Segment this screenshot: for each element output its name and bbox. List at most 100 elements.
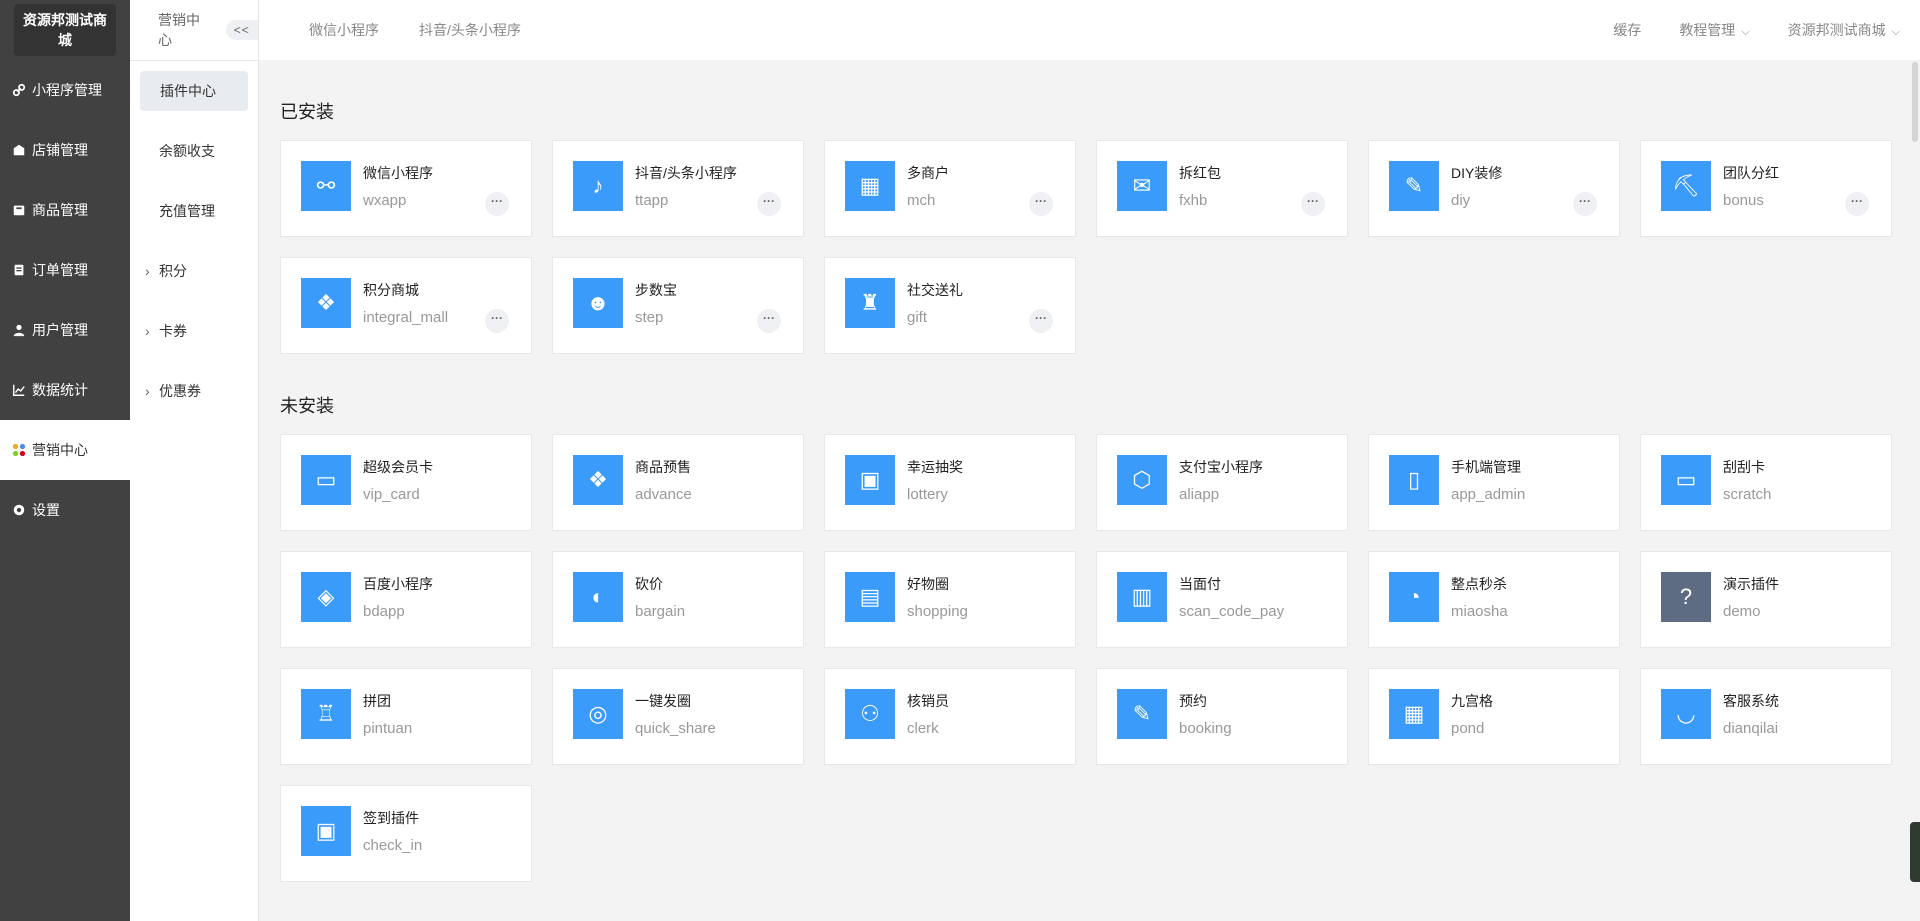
plugin-name: 拼团 bbox=[363, 693, 391, 709]
plugin-card[interactable]: ◎ 一键发圈 quick_share bbox=[552, 668, 804, 765]
more-options-button[interactable]: ··· bbox=[757, 309, 781, 333]
secondary-nav-item-2[interactable]: 充值管理 bbox=[130, 181, 258, 241]
flash-sale-icon: ◔ bbox=[1389, 572, 1439, 622]
secondary-nav: 营销中心 << 插件中心 余额收支 充值管理 › 积分 › 卡券 › 优惠券 bbox=[130, 0, 259, 921]
plugin-card[interactable]: ▯ 手机端管理 app_admin bbox=[1368, 434, 1620, 531]
plugin-card[interactable]: ▣ 幸运抽奖 lottery bbox=[824, 434, 1076, 531]
sidebar-item-6[interactable]: 营销中心 bbox=[0, 420, 130, 480]
plugin-name: 社交送礼 bbox=[907, 282, 963, 298]
collapse-button[interactable]: << bbox=[225, 20, 258, 40]
plugin-card[interactable]: ▤ 好物圈 shopping bbox=[824, 551, 1076, 648]
sidebar-item-label: 商品管理 bbox=[32, 202, 88, 218]
tab-douyin-miniprogram[interactable]: 抖音/头条小程序 bbox=[419, 20, 521, 40]
sidebar-item-3[interactable]: 订单管理 bbox=[0, 240, 130, 300]
plugin-name: 砍价 bbox=[635, 576, 663, 592]
sidebar-item-5[interactable]: 数据统计 bbox=[0, 360, 130, 420]
plugin-key: pond bbox=[1451, 720, 1485, 737]
link-icon bbox=[12, 83, 26, 97]
plugin-key: shopping bbox=[907, 603, 968, 620]
uninstalled-section-title: 未安装 bbox=[280, 396, 334, 416]
sidebar-menu: 小程序管理店铺管理商品管理订单管理 用户管理 数据统计 营销中心 设置 bbox=[0, 60, 130, 540]
plugin-key: lottery bbox=[907, 486, 948, 503]
cache-link[interactable]: 缓存 bbox=[1613, 20, 1641, 40]
secondary-nav-item-label: 卡券 bbox=[159, 323, 187, 339]
sidebar-item-2[interactable]: 商品管理 bbox=[0, 180, 130, 240]
plugin-card[interactable]: ☻ 步数宝 step ··· bbox=[552, 257, 804, 354]
secondary-nav-item-4[interactable]: › 卡券 bbox=[130, 301, 258, 361]
secondary-nav-item-1[interactable]: 余额收支 bbox=[130, 121, 258, 181]
store-dropdown[interactable]: 资源邦测试商城 bbox=[1788, 20, 1900, 40]
plugin-card[interactable]: ▭ 刮刮卡 scratch bbox=[1640, 434, 1892, 531]
plugin-name: 签到插件 bbox=[363, 810, 419, 826]
side-widget[interactable] bbox=[1910, 822, 1920, 882]
secondary-nav-item-0[interactable]: 插件中心 bbox=[130, 61, 258, 121]
plugin-card[interactable]: ▥ 当面付 scan_code_pay bbox=[1096, 551, 1348, 648]
plugin-card[interactable]: ❖ 积分商城 integral_mall ··· bbox=[280, 257, 532, 354]
scrollbar[interactable] bbox=[1910, 60, 1920, 921]
plugin-card[interactable]: ? 演示插件 demo bbox=[1640, 551, 1892, 648]
plugin-name: 手机端管理 bbox=[1451, 459, 1521, 475]
scratch-card-icon: ▭ bbox=[1661, 455, 1711, 505]
tab-wechat-miniprogram[interactable]: 微信小程序 bbox=[309, 20, 379, 40]
sidebar-item-7[interactable]: 设置 bbox=[0, 480, 130, 540]
plugin-card[interactable]: ✎ DIY装修 diy ··· bbox=[1368, 140, 1620, 237]
plugin-key: scratch bbox=[1723, 486, 1772, 503]
question-icon: ? bbox=[1661, 572, 1711, 622]
plugin-card[interactable]: ◈ 百度小程序 bdapp bbox=[280, 551, 532, 648]
more-options-button[interactable]: ··· bbox=[485, 309, 509, 333]
scrollbar-handle[interactable] bbox=[1912, 62, 1918, 142]
sidebar-item-0[interactable]: 小程序管理 bbox=[0, 60, 130, 120]
plugin-card[interactable]: ▣ 签到插件 check_in bbox=[280, 785, 532, 882]
plugin-name: 演示插件 bbox=[1723, 576, 1779, 592]
red-packet-icon: ✉ bbox=[1117, 161, 1167, 211]
tutorial-dropdown[interactable]: 教程管理 bbox=[1679, 20, 1749, 40]
baidu-icon: ◈ bbox=[301, 572, 351, 622]
plugin-key: gift bbox=[907, 309, 928, 326]
plugin-card[interactable]: ◡ 客服系统 dianqilai bbox=[1640, 668, 1892, 765]
sidebar-item-label: 店铺管理 bbox=[32, 142, 88, 158]
sidebar-item-4[interactable]: 用户管理 bbox=[0, 300, 130, 360]
more-options-button[interactable]: ··· bbox=[1573, 192, 1597, 216]
grid-nine-icon: ▦ bbox=[1389, 689, 1439, 739]
plugin-card[interactable]: ▦ 多商户 mch ··· bbox=[824, 140, 1076, 237]
plugin-card[interactable]: ♜ 社交送礼 gift ··· bbox=[824, 257, 1076, 354]
more-options-button[interactable]: ··· bbox=[1845, 192, 1869, 216]
plugin-name: 客服系统 bbox=[1723, 693, 1779, 709]
plugin-card[interactable]: ⚯ 微信小程序 wxapp ··· bbox=[280, 140, 532, 237]
more-options-button[interactable]: ··· bbox=[1029, 309, 1053, 333]
plugin-card[interactable]: ▦ 九宫格 pond bbox=[1368, 668, 1620, 765]
plugin-name: 整点秒杀 bbox=[1451, 576, 1507, 592]
customer-service-icon: ◡ bbox=[1661, 689, 1711, 739]
plugin-card[interactable]: ❖ 商品预售 advance bbox=[552, 434, 804, 531]
top-bar: 微信小程序 抖音/头条小程序 缓存 教程管理 资源邦测试商城 bbox=[259, 0, 1920, 60]
more-options-button[interactable]: ··· bbox=[485, 192, 509, 216]
secondary-nav-item-5[interactable]: › 优惠券 bbox=[130, 361, 258, 421]
plugin-card[interactable]: ✎ 预约 booking bbox=[1096, 668, 1348, 765]
team-bonus-icon: ⛏ bbox=[1661, 161, 1711, 211]
sidebar-item-1[interactable]: 店铺管理 bbox=[0, 120, 130, 180]
plugin-key: ttapp bbox=[635, 192, 669, 209]
main-sidebar: 资源邦测试商城 小程序管理店铺管理商品管理订单管理 用户管理 数据统计 营销中心 设置 bbox=[0, 0, 130, 921]
more-options-button[interactable]: ··· bbox=[757, 192, 781, 216]
plugin-name: 多商户 bbox=[907, 165, 949, 181]
plugin-card[interactable]: ◐ 砍价 bargain bbox=[552, 551, 804, 648]
plugin-card[interactable]: ♖ 拼团 pintuan bbox=[280, 668, 532, 765]
presale-icon: ❖ bbox=[573, 455, 623, 505]
brand-logo[interactable]: 资源邦测试商城 bbox=[14, 4, 116, 56]
plugin-card[interactable]: ⚇ 核销员 clerk bbox=[824, 668, 1076, 765]
plugin-card[interactable]: ▭ 超级会员卡 vip_card bbox=[280, 434, 532, 531]
plugin-card[interactable]: ⬡ 支付宝小程序 aliapp bbox=[1096, 434, 1348, 531]
plugin-card[interactable]: ✉ 拆红包 fxhb ··· bbox=[1096, 140, 1348, 237]
plugin-card[interactable]: ⛏ 团队分红 bonus ··· bbox=[1640, 140, 1892, 237]
clerk-icon: ⚇ bbox=[845, 689, 895, 739]
plugin-name: 积分商城 bbox=[363, 282, 419, 298]
plugin-card[interactable]: ◔ 整点秒杀 miaosha bbox=[1368, 551, 1620, 648]
secondary-nav-item-3[interactable]: › 积分 bbox=[130, 241, 258, 301]
more-options-button[interactable]: ··· bbox=[1301, 192, 1325, 216]
more-options-button[interactable]: ··· bbox=[1029, 192, 1053, 216]
plugin-key: wxapp bbox=[363, 192, 407, 209]
secondary-nav-header: 营销中心 << bbox=[130, 0, 258, 61]
bargain-icon: ◐ bbox=[573, 572, 623, 622]
plugin-card[interactable]: ♪ 抖音/头条小程序 ttapp ··· bbox=[552, 140, 804, 237]
store-icon bbox=[12, 143, 26, 157]
